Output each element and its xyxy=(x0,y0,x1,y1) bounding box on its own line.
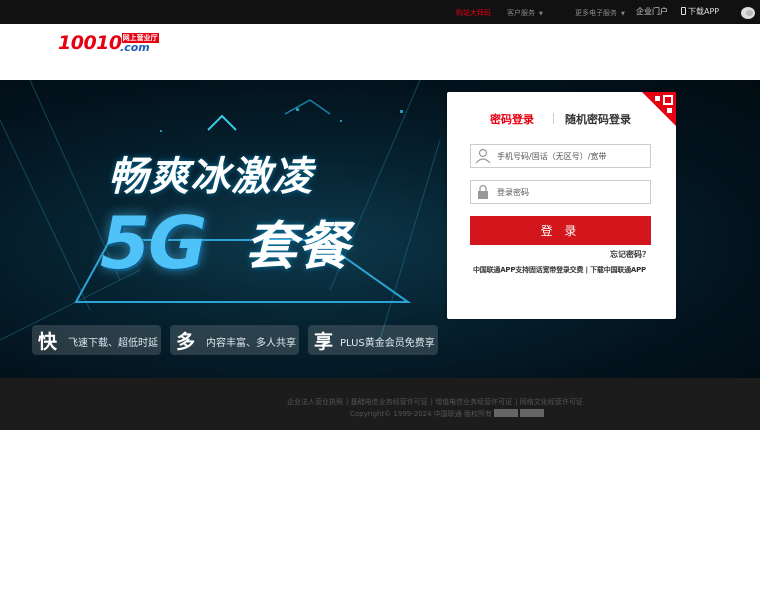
feature-fast: 快 飞速下载、超低时延 xyxy=(32,325,161,355)
footer-link-business-license[interactable]: 企业法人营业执照 xyxy=(287,398,343,406)
phone-input[interactable] xyxy=(497,148,647,164)
banner-5g: 5G xyxy=(100,201,207,285)
phone-icon xyxy=(681,7,686,15)
feature-enjoy-char: 享 xyxy=(314,331,334,353)
certification-badge-icon[interactable] xyxy=(494,409,519,417)
password-input[interactable] xyxy=(497,184,647,200)
download-app-link[interactable]: 下载APP xyxy=(681,6,719,17)
customer-service-menu[interactable]: 客户服务 ▼ xyxy=(507,8,543,18)
password-field[interactable] xyxy=(470,180,651,204)
phone-field[interactable] xyxy=(470,144,651,168)
promo-link[interactable]: 购站大拜码 xyxy=(456,8,491,18)
qr-code-icon[interactable] xyxy=(642,92,676,126)
feature-enjoy-text: PLUS黄金会员免费享 xyxy=(340,338,435,349)
feature-fast-char: 快 xyxy=(38,331,58,353)
tab-divider xyxy=(553,113,554,124)
footer-links: 企业法人营业执照 | 基础电信业务经营许可证 | 增值电信业务经营许可证 | 网络文化… xyxy=(287,398,583,406)
certification-badge-icon[interactable] xyxy=(520,409,545,417)
more-services-menu[interactable]: 更多电子服务 ▼ xyxy=(575,8,625,18)
footer-link-value-added-telecom[interactable]: 增值电信业务经营许可证 xyxy=(435,398,512,406)
feature-enjoy: 享 PLUS黄金会员免费享 xyxy=(308,325,438,355)
banner-package: 套餐 xyxy=(245,217,350,277)
footer-link-basic-telecom[interactable]: 基础电信业务经营许可证 xyxy=(351,398,428,406)
header: 10010网上营业厅 .com xyxy=(0,24,760,80)
footer-link-network-culture[interactable]: 网络文化经营许可证 xyxy=(520,398,583,406)
feature-more-text: 内容丰富、多人共享 xyxy=(206,338,296,349)
login-button[interactable]: 登 录 xyxy=(470,216,651,245)
feature-fast-text: 飞速下载、超低时延 xyxy=(68,338,158,349)
feature-more-char: 多 xyxy=(176,331,196,353)
logo-domain: .com xyxy=(120,41,150,54)
wechat-icon[interactable] xyxy=(741,7,755,19)
logo-number: 10010 xyxy=(58,32,122,54)
download-app-label: 下载APP xyxy=(688,7,720,16)
banner-headline: 畅爽冰激凌 xyxy=(108,154,313,200)
enterprise-link[interactable]: 企业门户 xyxy=(636,6,668,17)
lock-icon xyxy=(478,184,488,199)
app-notice[interactable]: 中国联通APP支持固话宽带登录交费 | 下载中国联通APP xyxy=(473,265,646,275)
footer-copyright: Copyright© 1999-2024 中国联通 版权所有 xyxy=(350,409,545,419)
footer: 企业法人营业执照 | 基础电信业务经营许可证 | 增值电信业务经营许可证 | 网络文化… xyxy=(0,378,760,430)
customer-service-label: 客户服务 xyxy=(507,9,535,17)
forgot-password-link[interactable]: 忘记密码？ xyxy=(610,249,650,260)
caret-down-icon: ▼ xyxy=(621,11,625,17)
copyright-text: Copyright© 1999-2024 中国联通 版权所有 xyxy=(350,410,493,418)
login-panel: 密码登录 随机密码登录 登 录 忘记密码？ 中国联通APP支持固话宽带登录交费 … xyxy=(447,92,676,319)
logo[interactable]: 10010网上营业厅 .com xyxy=(58,32,159,54)
more-services-label: 更多电子服务 xyxy=(575,9,617,17)
top-bar: 购站大拜码 客户服务 ▼ 更多电子服务 ▼ 企业门户 下载APP xyxy=(0,0,760,24)
user-icon xyxy=(475,148,491,164)
caret-down-icon: ▼ xyxy=(539,11,543,17)
tab-password-login[interactable]: 密码登录 xyxy=(490,111,534,127)
tab-random-password-login[interactable]: 随机密码登录 xyxy=(565,111,631,127)
feature-more: 多 内容丰富、多人共享 xyxy=(170,325,299,355)
